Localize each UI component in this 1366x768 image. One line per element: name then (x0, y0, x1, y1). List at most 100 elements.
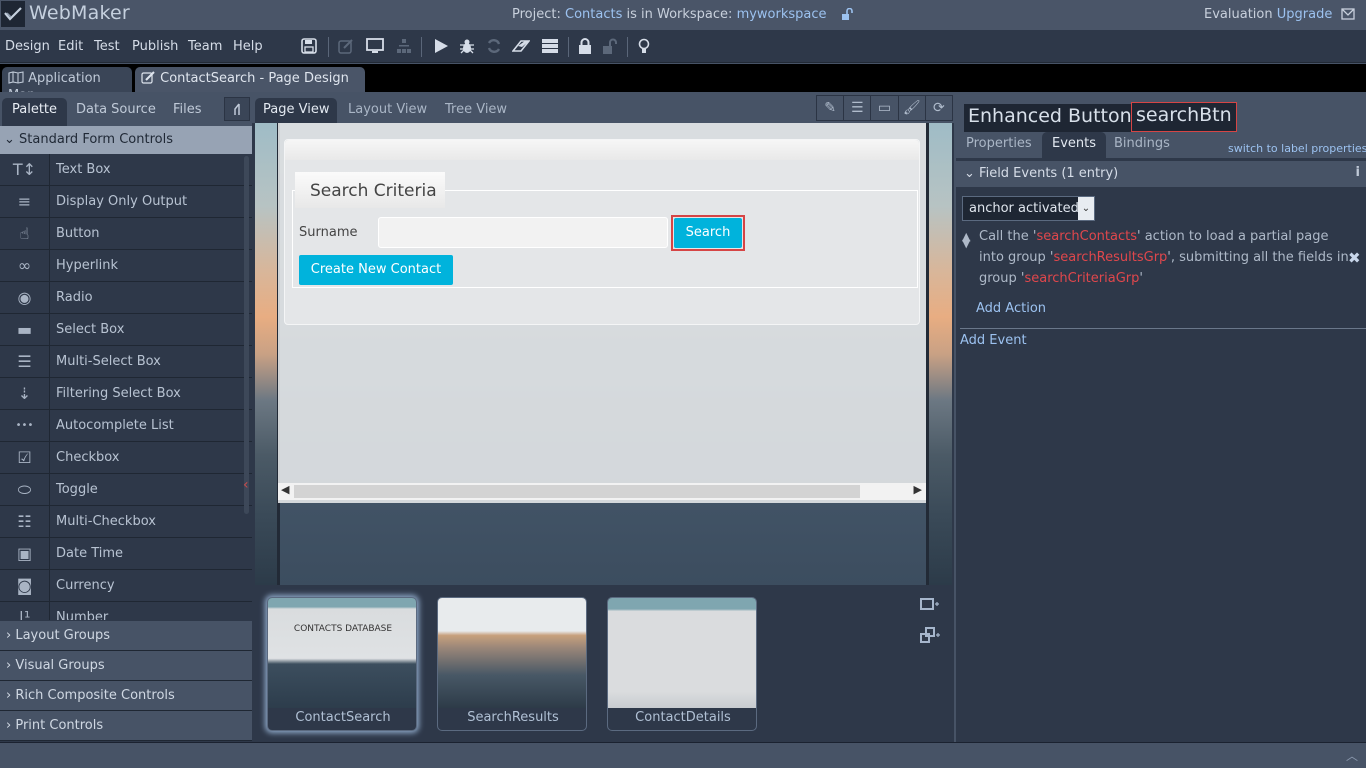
action-name-ref[interactable]: searchContacts (1036, 229, 1137, 244)
edit-icon (141, 71, 156, 88)
remove-action-icon[interactable]: ✖ (1348, 249, 1361, 267)
mail-icon[interactable] (1341, 8, 1355, 24)
tab-bindings[interactable]: Bindings (1104, 132, 1180, 158)
eraser-icon[interactable] (511, 38, 531, 56)
tab-tree-view[interactable]: Tree View (437, 98, 515, 123)
palette-item-select-box[interactable]: ▬ Select Box (0, 313, 252, 346)
view-tabs: Page View Layout View Tree View ✎ ☰ ▭ 🖌 … (252, 92, 954, 123)
group-layout-groups[interactable]: › Layout Groups (0, 621, 252, 651)
palette-item-text-box[interactable]: T↕ Text Box (0, 154, 252, 186)
project-link[interactable]: Contacts (565, 7, 622, 22)
tab-application-map[interactable]: Application Map (2, 67, 132, 103)
monitor-icon[interactable] (366, 38, 384, 56)
menu-test[interactable]: Test (94, 39, 120, 54)
element-name[interactable]: searchBtn (1131, 102, 1237, 132)
search-criteria-legend: Search Criteria (295, 172, 445, 208)
source-group-ref[interactable]: searchCriteriaGrp (1024, 271, 1139, 286)
group-rich-composite-controls[interactable]: › Rich Composite Controls (0, 681, 252, 711)
palette-item-display-only-output[interactable]: ≡ Display Only Output (0, 185, 252, 218)
lock-icon[interactable] (578, 38, 596, 56)
palette-item-currency[interactable]: ◙ Currency (0, 569, 252, 602)
menu-help[interactable]: Help (233, 39, 263, 54)
add-action-link[interactable]: Add Action (976, 301, 1046, 316)
palette-item-multi-select-box[interactable]: ☰ Multi-Select Box (0, 345, 252, 378)
palette-item-label: Number (56, 610, 109, 620)
event-trigger-select[interactable]: anchor activated ⌄ (962, 196, 1095, 221)
palette-item-label: Display Only Output (56, 194, 188, 209)
sort-filter-icon: ⇣ (0, 377, 50, 410)
wizard-wand-icon[interactable] (224, 97, 250, 121)
scrollbar-thumb[interactable] (294, 485, 860, 498)
group-visual-groups[interactable]: › Visual Groups (0, 651, 252, 681)
palette-item-filtering-select-box[interactable]: ⇣ Filtering Select Box (0, 377, 252, 410)
duplicate-page-icon[interactable] (920, 627, 942, 647)
canvas-horizontal-scrollbar[interactable]: ◀ ▶ (278, 483, 926, 500)
tab-events[interactable]: Events (1042, 132, 1107, 158)
refresh-icon (486, 38, 504, 56)
create-new-contact-button[interactable]: Create New Contact (299, 255, 453, 285)
palette-item-number[interactable]: |¹ Number (0, 601, 252, 620)
palette-scrollbar[interactable] (244, 156, 249, 514)
upgrade-link[interactable]: Upgrade (1277, 7, 1333, 22)
tab-properties[interactable]: Properties (956, 132, 1042, 158)
workspace-link[interactable]: myworkspace (737, 7, 827, 22)
palette-item-radio[interactable]: ◉ Radio (0, 281, 252, 314)
refresh-icon[interactable]: ⟳ (926, 96, 952, 120)
surname-label: Surname (299, 225, 358, 240)
add-page-icon[interactable] (920, 597, 940, 615)
tab-files[interactable]: Files (163, 98, 212, 126)
run-icon[interactable] (433, 38, 451, 56)
lightbulb-icon[interactable] (638, 38, 656, 56)
unlock-icon[interactable] (841, 7, 853, 24)
palette-item-checkbox[interactable]: ☑ Checkbox (0, 441, 252, 474)
surname-input[interactable] (378, 217, 668, 248)
page-thumbnail-contactdetails[interactable]: ContactDetails (607, 597, 757, 731)
page-thumbnail-contactsearch[interactable]: CONTACTS DATABASE ContactSearch (267, 597, 417, 731)
page-thumbnail-searchresults[interactable]: SearchResults (437, 597, 587, 731)
scroll-left-icon[interactable]: ◀ (281, 483, 289, 496)
debug-icon[interactable] (459, 38, 477, 56)
palette-item-hyperlink[interactable]: ∞ Hyperlink (0, 249, 252, 282)
tab-label: ContactSearch - Page Design (160, 71, 349, 86)
palette-item-toggle[interactable]: ⬭ Toggle (0, 473, 252, 506)
tab-page-view[interactable]: Page View (255, 98, 338, 123)
edit-icon[interactable]: ✎ (817, 96, 845, 120)
field-events-header[interactable]: ⌄ Field Events (1 entry) i (956, 161, 1366, 187)
palette-item-autocomplete-list[interactable]: ••• Autocomplete List (0, 409, 252, 442)
save-icon[interactable] (301, 38, 319, 56)
collapse-left-panel-icon[interactable]: ‹ (243, 477, 249, 493)
event-action-description[interactable]: Call the 'searchContacts' action to load… (979, 226, 1349, 289)
group-print-controls[interactable]: › Print Controls (0, 711, 252, 741)
chevron-down-icon: ⌄ (964, 166, 975, 181)
tab-palette[interactable]: Palette (2, 98, 68, 126)
palette-item-multi-checkbox[interactable]: ☷ Multi-Checkbox (0, 505, 252, 538)
scroll-right-icon[interactable]: ▶ (914, 483, 922, 496)
section-standard-form-controls[interactable]: ⌄ Standard Form Controls (0, 126, 252, 154)
add-event-link[interactable]: Add Event (960, 333, 1027, 348)
chevron-up-icon[interactable]: ︿ (1346, 747, 1358, 764)
switch-to-label-properties-link[interactable]: switch to label properties (1228, 142, 1366, 155)
page-label: ContactSearch (295, 710, 391, 725)
brush-icon[interactable]: 🖌 (899, 96, 926, 120)
page-content: Search Criteria Surname Search Create Ne… (278, 123, 926, 503)
menu-team[interactable]: Team (188, 39, 222, 54)
server-icon[interactable] (541, 38, 559, 56)
palette-item-label: Multi-Select Box (56, 354, 161, 369)
tab-layout-view[interactable]: Layout View (340, 98, 435, 123)
reorder-icon[interactable]: ▲ ▼ (962, 230, 970, 256)
menu-edit[interactable]: Edit (58, 39, 83, 54)
palette-item-date-time[interactable]: ▣ Date Time (0, 537, 252, 570)
project-prefix: Project: (512, 7, 565, 22)
layout-icon[interactable]: ▭ (871, 96, 899, 120)
search-button[interactable]: Search (674, 218, 742, 248)
menu-publish[interactable]: Publish (132, 39, 178, 54)
menu-design[interactable]: Design (5, 39, 50, 54)
hand-pointer-icon: ☝ (0, 217, 50, 250)
list-icon[interactable]: ☰ (844, 96, 872, 120)
palette-item-button[interactable]: ☝ Button (0, 217, 252, 250)
chevron-down-icon[interactable]: ⌄ (1078, 197, 1094, 220)
tab-contactsearch-page-design[interactable]: ContactSearch - Page Design ✖ (135, 67, 365, 102)
info-icon[interactable]: i (1356, 165, 1360, 180)
tab-data-source[interactable]: Data Source (66, 98, 166, 126)
target-group-ref[interactable]: searchResultsGrp (1054, 250, 1168, 265)
